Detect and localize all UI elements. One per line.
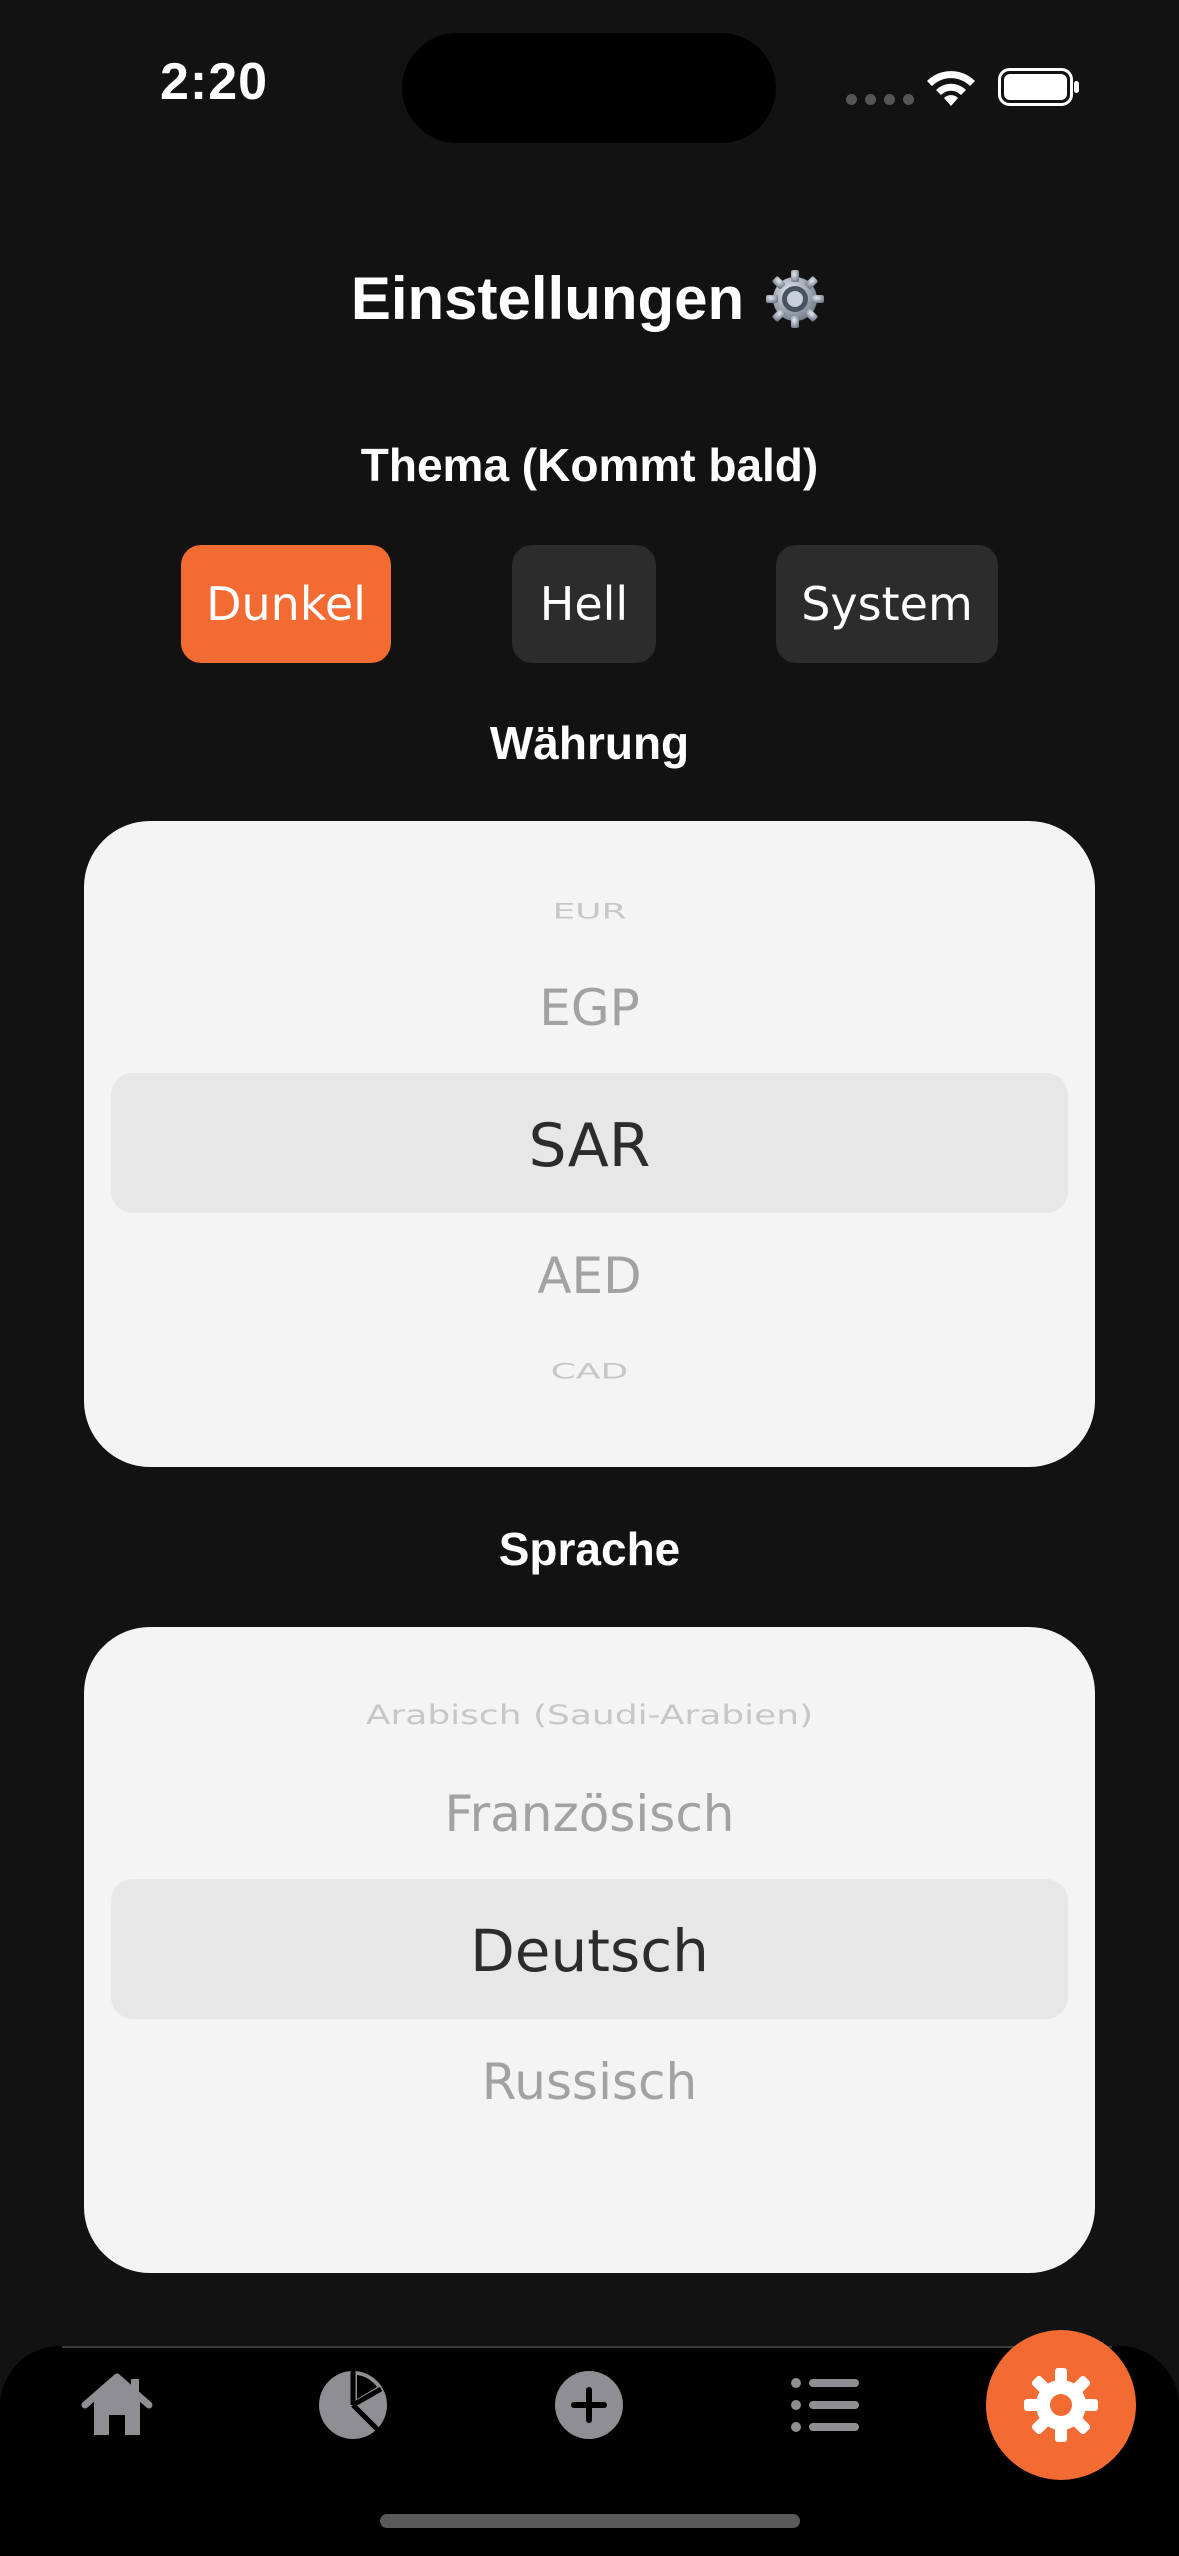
currency-option[interactable]: EUR <box>84 899 1095 924</box>
tab-settings[interactable] <box>986 2330 1136 2480</box>
theme-section-label: Thema (Kommt bald) <box>360 439 819 491</box>
theme-light-button[interactable]: Hell <box>512 545 656 663</box>
tab-bar-divider <box>62 2346 1112 2348</box>
tab-add[interactable] <box>514 2360 664 2450</box>
wifi-icon <box>927 71 975 106</box>
page-title: Einstellungen <box>350 265 745 332</box>
language-option[interactable]: Russisch <box>84 2053 1095 2111</box>
currency-option-selected[interactable]: SAR <box>84 1111 1095 1181</box>
language-option[interactable]: Französisch <box>84 1785 1095 1843</box>
tab-home[interactable] <box>42 2360 192 2450</box>
page-title-row: Einstellungen <box>0 264 1179 333</box>
gear-icon <box>1024 2368 1098 2442</box>
battery-icon <box>998 68 1079 106</box>
pie-chart-icon <box>319 2371 387 2439</box>
status-time: 2:20 <box>160 53 269 111</box>
theme-dark-button[interactable]: Dunkel <box>181 545 391 663</box>
currency-option[interactable]: EGP <box>84 979 1095 1037</box>
tab-statistics[interactable] <box>278 2360 428 2450</box>
language-option[interactable]: Arabisch (Saudi-Arabien) <box>84 1700 1095 1731</box>
currency-option[interactable]: AED <box>84 1247 1095 1305</box>
tab-list[interactable] <box>750 2360 900 2450</box>
currency-option[interactable]: CAD <box>84 1359 1095 1384</box>
list-icon <box>791 2378 859 2432</box>
plus-circle-icon <box>555 2371 623 2439</box>
currency-picker[interactable]: EUR EGP SAR AED CAD <box>84 821 1095 1467</box>
cellular-signal-icon <box>846 94 914 105</box>
language-section-label: Sprache <box>498 1523 681 1575</box>
theme-system-button[interactable]: System <box>776 545 998 663</box>
home-indicator <box>380 2514 800 2528</box>
language-option-selected[interactable]: Deutsch <box>84 1917 1095 1985</box>
language-picker[interactable]: Arabisch (Saudi-Arabien) Französisch Deu… <box>84 1627 1095 2273</box>
dynamic-island <box>402 33 776 143</box>
house-icon <box>81 2373 153 2435</box>
gear-emoji-icon <box>766 269 825 328</box>
currency-section-label: Währung <box>489 717 690 769</box>
